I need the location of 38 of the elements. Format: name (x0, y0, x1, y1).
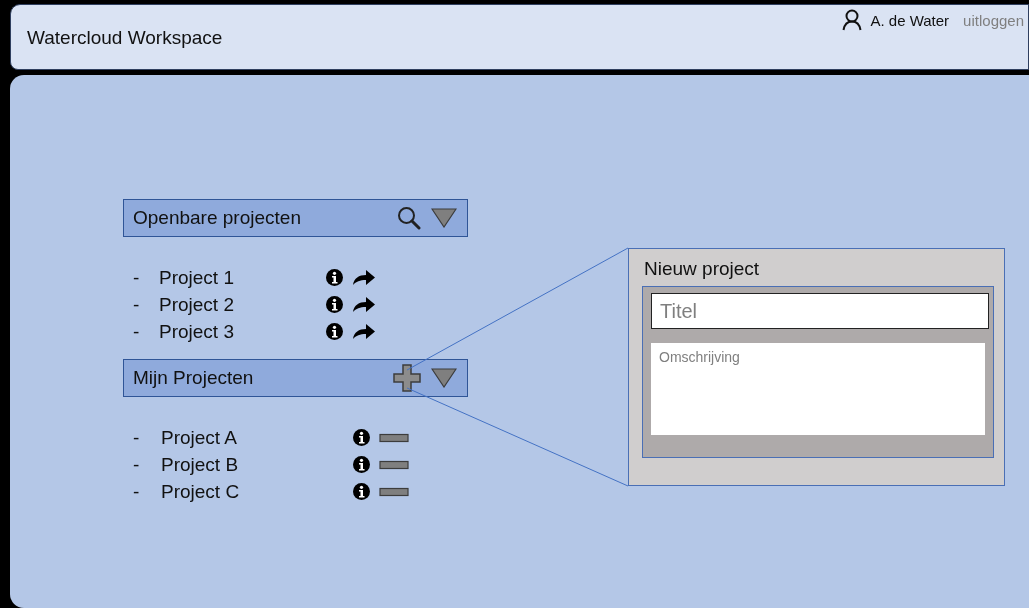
section-header[interactable]: Openbare projecten (123, 199, 468, 237)
user-icon (842, 9, 863, 31)
info-icon[interactable] (326, 296, 343, 313)
section-title: Openbare projecten (133, 207, 302, 229)
section-header[interactable]: Mijn Projecten (123, 359, 468, 397)
project-name[interactable]: Project 2 (159, 293, 326, 316)
panel-title: Nieuw project (644, 258, 761, 280)
info-icon[interactable] (353, 456, 370, 473)
list-bullet: - (132, 266, 141, 289)
title-input[interactable]: Titel (651, 293, 989, 329)
plus-icon[interactable] (393, 364, 421, 392)
minus-icon[interactable] (379, 486, 409, 497)
dropdown-triangle-icon[interactable] (431, 368, 457, 388)
description-input[interactable]: Omschrijving (651, 343, 985, 435)
project-name[interactable]: Project 1 (159, 266, 326, 289)
project-name[interactable]: Project B (161, 453, 353, 476)
info-icon[interactable] (326, 269, 343, 286)
list-bullet: - (132, 453, 141, 476)
project-name[interactable]: Project 3 (159, 320, 326, 343)
share-arrow-icon[interactable] (352, 269, 376, 286)
minus-icon[interactable] (379, 459, 409, 470)
info-icon[interactable] (353, 483, 370, 500)
search-icon[interactable] (397, 206, 421, 230)
minus-icon[interactable] (379, 432, 409, 443)
info-icon[interactable] (326, 323, 343, 340)
list-bullet: - (132, 320, 141, 343)
info-icon[interactable] (353, 429, 370, 446)
project-name[interactable]: Project C (161, 480, 353, 503)
section-title: Mijn Projecten (133, 367, 255, 389)
list-bullet: - (132, 480, 141, 503)
list-bullet: - (132, 426, 141, 449)
app-title: Watercloud Workspace (27, 27, 223, 49)
project-name[interactable]: Project A (161, 426, 353, 449)
dropdown-triangle-icon[interactable] (431, 208, 457, 228)
list-bullet: - (132, 293, 141, 316)
user-name: A. de Water (870, 11, 950, 29)
share-arrow-icon[interactable] (352, 296, 376, 313)
share-arrow-icon[interactable] (352, 323, 376, 340)
